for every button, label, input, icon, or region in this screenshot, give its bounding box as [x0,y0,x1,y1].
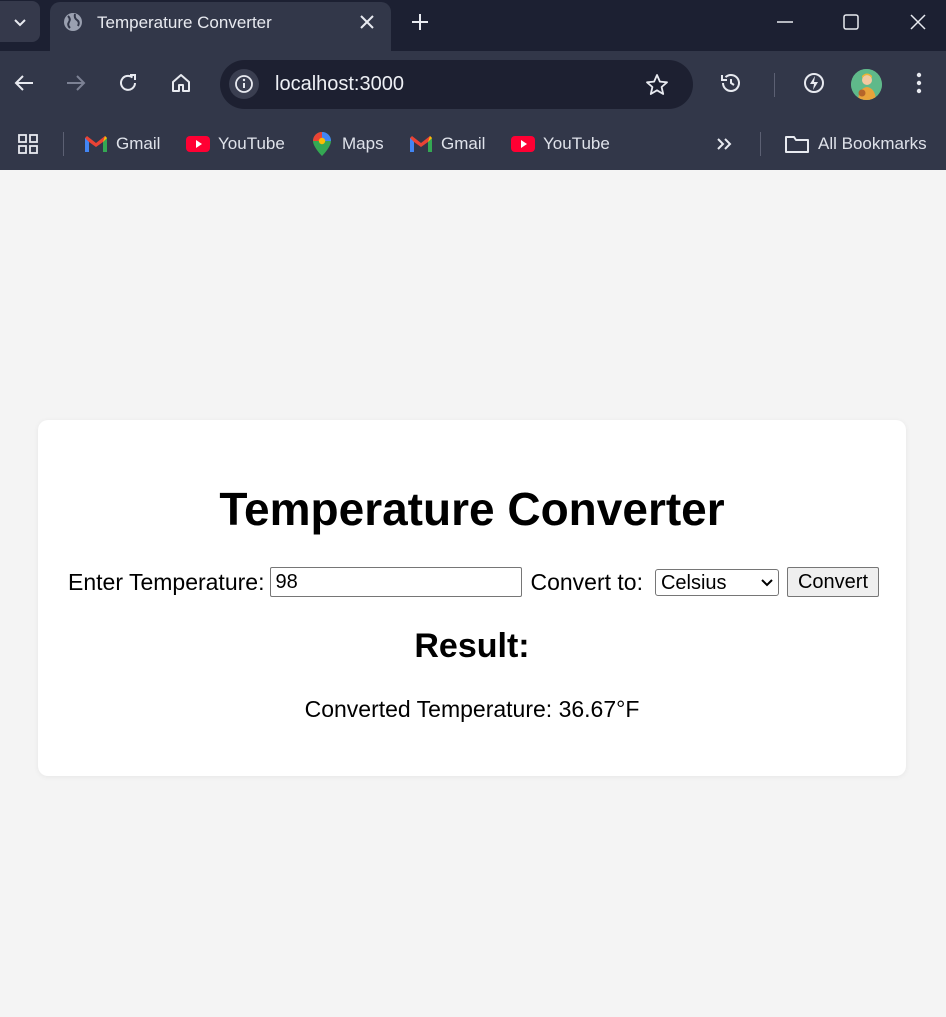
browser-toolbar: localhost:3000 [0,51,946,118]
history-icon [721,74,740,92]
bookmark-label: Maps [342,134,384,153]
bookmark-youtube[interactable]: YouTube [186,129,285,159]
page-title: Temperature Converter [219,483,725,535]
bookmark-star-button[interactable] [643,71,671,99]
plus-icon [412,14,428,30]
star-icon [646,74,668,95]
convert-button[interactable]: Convert [786,567,879,597]
bookmarks-bar: Gmail YouTube Maps Gmail YouTube All Boo… [0,118,946,170]
more-vertical-icon [916,72,922,94]
bookmark-label: Gmail [441,134,486,153]
all-bookmarks-label: All Bookmarks [818,134,927,153]
maps-icon [310,132,334,156]
double-chevron-right-icon [717,138,732,150]
minimize-icon [777,21,793,23]
youtube-icon [186,132,210,156]
bookmark-label: YouTube [218,134,285,153]
gmail-icon [409,132,433,156]
avatar-icon [851,69,882,100]
chevron-down-icon [761,578,773,586]
close-icon [910,14,926,30]
arrow-right-icon [67,75,86,91]
gmail-icon [84,132,108,156]
arrow-left-icon [14,75,33,91]
temperature-label: Enter Temperature: [68,568,265,595]
toolbar-divider [774,73,775,97]
chevron-down-icon [14,18,26,26]
converter-form: Enter Temperature: Convert to: Celsius C… [68,567,879,597]
window-close-button[interactable] [890,0,946,44]
tab-close-button[interactable] [355,10,379,34]
bookmark-gmail[interactable]: Gmail [84,129,160,159]
menu-button[interactable] [904,68,934,98]
maximize-button[interactable] [823,0,879,44]
site-info-button[interactable] [229,69,259,99]
back-button[interactable] [9,68,39,98]
tab-strip: Temperature Converter [0,0,946,51]
home-icon [172,74,190,92]
tab-search-button[interactable] [0,1,40,42]
bookmark-youtube[interactable]: YouTube [511,129,610,159]
profile-avatar[interactable] [851,69,882,100]
bookmark-label: YouTube [543,134,610,153]
reload-button[interactable] [113,68,143,98]
all-bookmarks-button[interactable]: All Bookmarks [784,129,927,159]
folder-icon [785,136,809,153]
apps-grid-icon [18,134,38,154]
more-bookmarks-button[interactable] [714,129,734,159]
converter-card: Temperature Converter Enter Temperature:… [38,420,906,776]
apps-button[interactable] [16,129,40,159]
maximize-icon [843,14,859,30]
minimize-button[interactable] [757,0,813,44]
close-icon [360,15,374,29]
bookmarks-divider [760,132,761,156]
active-tab[interactable]: Temperature Converter [50,2,391,51]
lightning-icon [804,73,824,93]
convert-to-label: Convert to: [530,568,643,595]
reload-icon [120,74,136,91]
tab-title: Temperature Converter [97,13,272,32]
home-button[interactable] [166,68,196,98]
selected-unit: Celsius [660,571,727,594]
url-text: localhost:3000 [275,73,404,95]
history-button[interactable] [716,68,746,98]
bookmark-maps[interactable]: Maps [310,129,384,159]
bookmarks-divider [63,132,64,156]
unit-select[interactable]: Celsius [654,568,779,596]
bookmark-gmail[interactable]: Gmail [409,129,485,159]
youtube-icon [511,132,535,156]
new-tab-button[interactable] [406,8,434,36]
info-icon [235,75,253,93]
performance-button[interactable] [799,68,829,98]
result-heading: Result: [414,627,530,665]
temperature-input[interactable] [270,567,523,597]
result-text: Converted Temperature: 36.67°F [304,696,640,722]
address-bar[interactable]: localhost:3000 [220,60,693,109]
bookmark-label: Gmail [116,134,161,153]
globe-icon [64,13,82,31]
forward-button[interactable] [61,68,91,98]
